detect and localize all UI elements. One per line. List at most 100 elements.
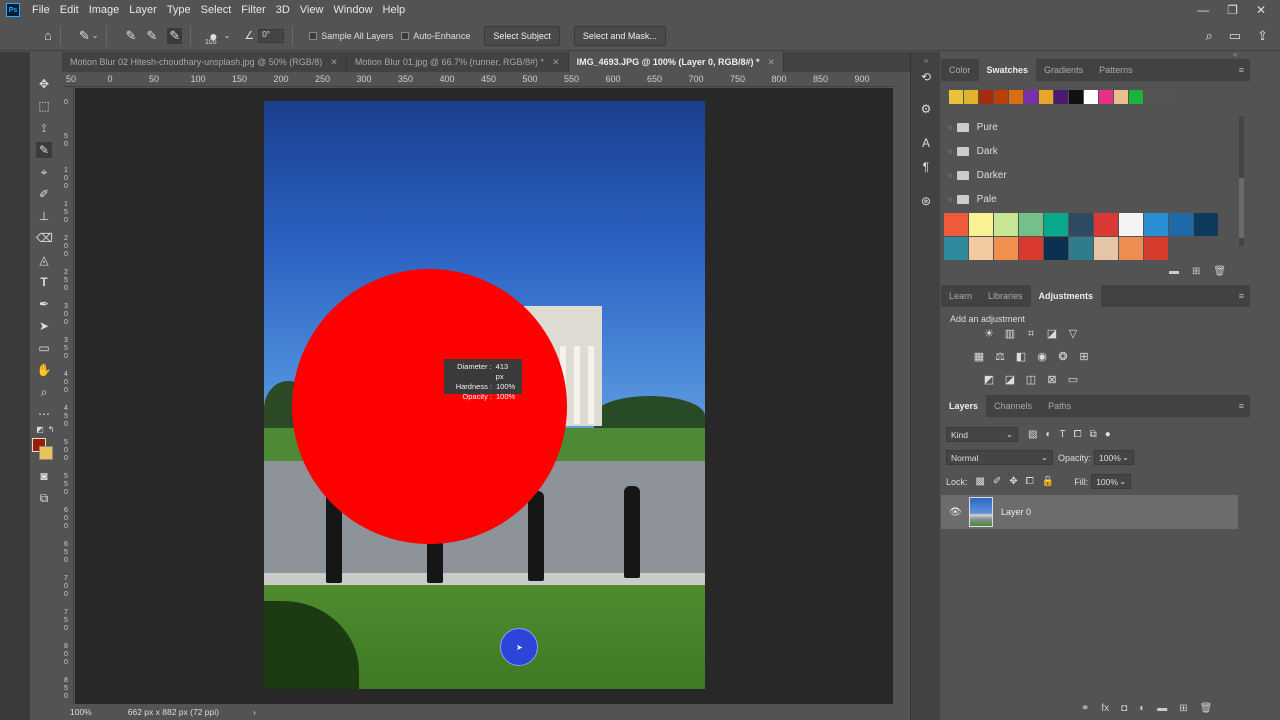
hue-saturation-icon[interactable]: ▦ — [971, 350, 987, 364]
swatch[interactable] — [969, 213, 993, 236]
type-tool-icon[interactable]: T — [36, 274, 52, 290]
black-white-icon[interactable]: ◧ — [1013, 350, 1029, 364]
add-to-selection-icon[interactable]: ✎ — [146, 28, 157, 44]
visibility-eye-icon[interactable]: 👁 — [949, 507, 962, 518]
swatch-folder-dark[interactable]: › Dark — [949, 141, 1239, 161]
kind-filter-dropdown[interactable]: Kind ⌄ — [946, 427, 1018, 442]
share-icon[interactable]: ⇪ — [1257, 28, 1268, 44]
swatch[interactable] — [1019, 213, 1043, 236]
swatch-folder-pure[interactable]: › Pure — [949, 117, 1239, 137]
new-layer-icon[interactable]: ⊞ — [1179, 703, 1187, 714]
color-lookup-icon[interactable]: ⊞ — [1076, 350, 1092, 364]
auto-enhance-checkbox[interactable]: Auto-Enhance — [401, 31, 470, 41]
swatch[interactable] — [979, 90, 993, 104]
delete-layer-icon[interactable]: 🗑 — [1200, 703, 1213, 714]
new-group-icon[interactable]: ▬ — [1169, 266, 1179, 277]
chevron-right-icon[interactable]: › — [949, 123, 952, 132]
swatch[interactable] — [1114, 90, 1128, 104]
swatch[interactable] — [1129, 90, 1143, 104]
fill-input[interactable]: 100% ⌄ — [1091, 474, 1132, 489]
swatch[interactable] — [994, 237, 1018, 260]
background-color-swatch[interactable] — [39, 446, 53, 460]
swatch[interactable] — [1094, 237, 1118, 260]
swatch[interactable] — [1169, 213, 1193, 236]
gradient-map-icon[interactable]: ▭ — [1065, 373, 1081, 387]
pixel-filter-icon[interactable]: ▨ — [1028, 429, 1037, 440]
curves-icon[interactable]: ⌗ — [1023, 327, 1039, 341]
rectangle-tool-icon[interactable]: ▭ — [36, 340, 52, 356]
swatch[interactable] — [1144, 90, 1158, 104]
paragraph-icon[interactable]: ¶ — [917, 160, 935, 178]
quick-selection-tool-icon[interactable]: ✎ — [36, 142, 52, 158]
close-window-icon[interactable]: ✕ — [1256, 3, 1266, 17]
menu-file[interactable]: File — [28, 4, 56, 16]
new-selection-icon[interactable]: ✎ — [125, 28, 136, 44]
path-selection-tool-icon[interactable]: ➤ — [36, 318, 52, 334]
sample-all-layers-checkbox[interactable]: Sample All Layers — [309, 31, 393, 41]
tab-motion-blur-01[interactable]: Motion Blur 01.jpg @ 66.7% (runner, RGB/… — [346, 52, 569, 72]
link-layers-icon[interactable]: ⚭ — [1081, 703, 1089, 714]
home-icon[interactable]: ⌂ — [44, 28, 52, 43]
menu-window[interactable]: Window — [329, 4, 378, 16]
menu-type[interactable]: Type — [163, 4, 197, 16]
photo-filter-icon[interactable]: ◉ — [1034, 350, 1050, 364]
checkbox-box[interactable] — [401, 31, 410, 40]
character-icon[interactable]: A — [917, 136, 935, 154]
lock-position-icon[interactable]: ✥ — [1009, 476, 1017, 487]
lasso-tool-icon[interactable]: ⟟ — [36, 120, 52, 136]
menu-view[interactable]: View — [296, 4, 330, 16]
new-group-icon[interactable]: ▬ — [1157, 703, 1167, 714]
tab-adjustments[interactable]: Adjustments — [1030, 285, 1102, 307]
chevron-right-icon[interactable]: › — [949, 147, 952, 156]
collapse-panels-icon[interactable]: « — [1233, 50, 1237, 59]
checkbox-box[interactable] — [309, 31, 318, 40]
menu-edit[interactable]: Edit — [56, 4, 85, 16]
swatch[interactable] — [994, 90, 1008, 104]
chevron-right-icon[interactable]: › — [949, 171, 952, 180]
threshold-icon[interactable]: ◫ — [1023, 373, 1039, 387]
close-icon[interactable]: ✕ — [552, 57, 560, 68]
scrollbar[interactable] — [1239, 116, 1244, 246]
add-mask-icon[interactable]: ◘ — [1121, 703, 1127, 714]
swatch[interactable] — [1119, 213, 1143, 236]
posterize-icon[interactable]: ◪ — [1002, 373, 1018, 387]
tab-layers[interactable]: Layers — [941, 395, 987, 417]
swatch[interactable] — [1194, 213, 1218, 236]
subtract-from-selection-icon[interactable]: ✎ — [167, 27, 183, 44]
swatch[interactable] — [1144, 237, 1168, 260]
swatch[interactable] — [1144, 213, 1168, 236]
angle-input[interactable]: 0° — [258, 28, 285, 43]
lock-transparent-icon[interactable]: ▩ — [976, 476, 985, 487]
zoom-level[interactable]: 100% — [70, 707, 92, 717]
close-icon[interactable]: ✕ — [767, 57, 775, 68]
brush-tool-icon[interactable]: ✐ — [36, 186, 52, 202]
swatch[interactable] — [1044, 237, 1068, 260]
lock-artboard-icon[interactable]: ⧠ — [1026, 476, 1034, 487]
swatch-folder-darker[interactable]: › Darker — [949, 165, 1239, 185]
delete-icon[interactable]: 🗑 — [1213, 266, 1226, 277]
move-tool-icon[interactable]: ✥ — [36, 76, 52, 92]
layer-style-icon[interactable]: fx — [1101, 703, 1109, 714]
adjustment-filter-icon[interactable]: ◐ — [1045, 429, 1051, 440]
tab-libraries[interactable]: Libraries — [980, 285, 1031, 307]
swatch[interactable] — [944, 237, 968, 260]
swatch[interactable] — [949, 90, 963, 104]
color-balance-icon[interactable]: ⚖ — [992, 350, 1008, 364]
swatch[interactable] — [969, 237, 993, 260]
tab-paths[interactable]: Paths — [1040, 395, 1079, 417]
swatch[interactable] — [1044, 213, 1068, 236]
tab-learn[interactable]: Learn — [941, 285, 980, 307]
swatch[interactable] — [1039, 90, 1053, 104]
swatch[interactable] — [1069, 90, 1083, 104]
swatch[interactable] — [1069, 237, 1093, 260]
minimize-icon[interactable]: — — [1197, 3, 1209, 17]
swatch[interactable] — [1054, 90, 1068, 104]
layer-name[interactable]: Layer 0 — [1001, 507, 1031, 517]
panel-menu-icon[interactable]: ≡ — [1239, 401, 1244, 411]
selective-color-icon[interactable]: ⊠ — [1044, 373, 1060, 387]
filter-toggle-icon[interactable]: ● — [1105, 429, 1111, 440]
swap-colors-icon[interactable]: ↰ — [43, 422, 59, 438]
chevron-down-icon[interactable]: ⌄ — [224, 31, 231, 40]
layer-row[interactable]: 👁 Layer 0 — [941, 495, 1238, 529]
blend-mode-dropdown[interactable]: Normal ⌄ — [946, 450, 1053, 465]
